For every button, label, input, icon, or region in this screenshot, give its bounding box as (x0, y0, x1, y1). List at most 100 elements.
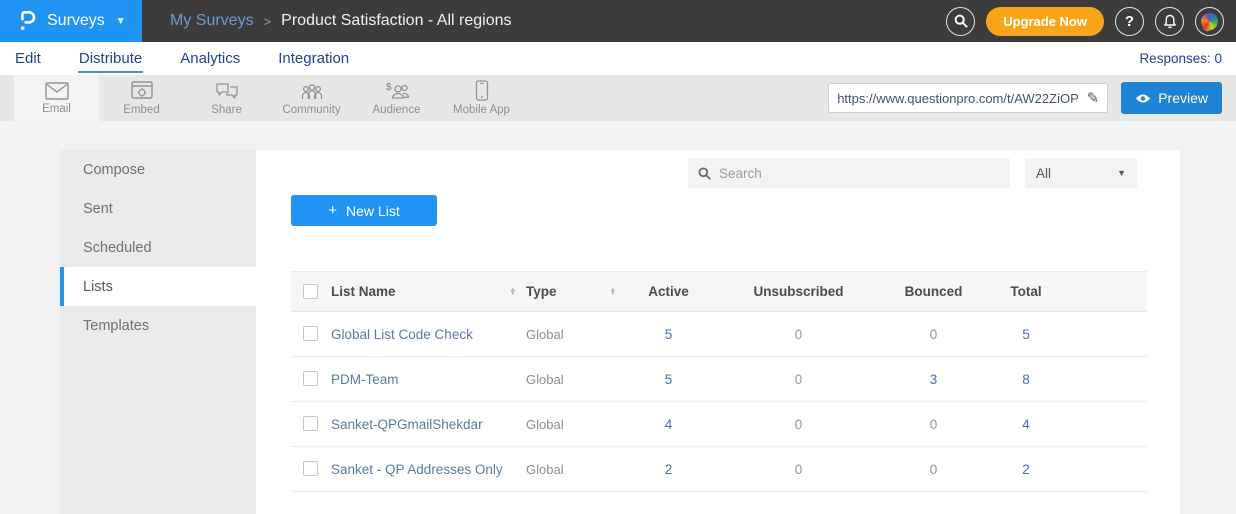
breadcrumb-separator: > (264, 14, 272, 29)
total-count[interactable]: 5 (981, 312, 1071, 357)
distribute-toolbar: Email Embed Share Community $ Audience M… (0, 75, 1236, 121)
svg-text:$: $ (386, 82, 392, 93)
row-checkbox[interactable] (303, 371, 318, 386)
list-type: Global (526, 357, 626, 402)
row-checkbox[interactable] (303, 461, 318, 476)
table-row: Global List Code Check Global 5 0 0 5 (291, 312, 1147, 357)
channel-audience-label: Audience (373, 104, 421, 116)
total-count[interactable]: 8 (981, 357, 1071, 402)
app-root: Surveys ▼ My Surveys > Product Satisfact… (0, 0, 1236, 514)
channel-embed[interactable]: Embed (99, 75, 184, 121)
search-icon (698, 167, 711, 180)
plus-icon: + (328, 202, 337, 219)
chevron-down-icon: ▼ (1117, 168, 1126, 178)
embed-icon (131, 81, 153, 101)
help-button[interactable]: ? (1115, 7, 1144, 36)
new-list-button[interactable]: + New List (291, 195, 437, 226)
tab-analytics[interactable]: Analytics (179, 44, 241, 73)
tab-integration[interactable]: Integration (277, 44, 350, 73)
active-count[interactable]: 4 (626, 402, 711, 447)
table-row: PDM-Team Global 5 0 3 8 (291, 357, 1147, 402)
unsubscribed-count[interactable]: 0 (711, 357, 886, 402)
select-all-checkbox[interactable] (303, 284, 318, 299)
breadcrumb: My Surveys > Product Satisfaction - All … (170, 12, 512, 30)
breadcrumb-my-surveys[interactable]: My Surveys (170, 12, 254, 30)
column-header-total: Total (981, 272, 1071, 312)
sidebar-item-scheduled[interactable]: Scheduled (60, 228, 256, 267)
survey-url-input[interactable] (837, 91, 1086, 106)
list-search-box (688, 158, 1010, 188)
question-mark-icon: ? (1125, 13, 1134, 30)
sidebar-item-templates[interactable]: Templates (60, 306, 256, 345)
list-name-link[interactable]: PDM-Team (331, 357, 526, 402)
mobile-app-icon (475, 80, 489, 101)
responses-count[interactable]: Responses: 0 (1139, 51, 1222, 66)
chevron-down-icon: ▼ (116, 16, 126, 27)
questionpro-logo-icon (16, 8, 38, 34)
active-count[interactable]: 5 (626, 357, 711, 402)
bounced-count[interactable]: 0 (886, 447, 981, 492)
list-name-link[interactable]: Sanket - QP Addresses Only (331, 447, 526, 492)
total-count[interactable]: 2 (981, 447, 1071, 492)
column-header-list-name[interactable]: List Name (331, 284, 396, 299)
channel-audience[interactable]: $ Audience (354, 75, 439, 121)
column-header-unsubscribed: Unsubscribed (711, 272, 886, 312)
row-checkbox[interactable] (303, 326, 318, 341)
channel-mobile-app[interactable]: Mobile App (439, 75, 524, 121)
bounced-count[interactable]: 0 (886, 402, 981, 447)
unsubscribed-count[interactable]: 0 (711, 402, 886, 447)
audience-icon: $ (384, 81, 410, 101)
list-filter-value: All (1036, 166, 1051, 181)
community-icon (300, 81, 324, 101)
sidebar-item-sent-label: Sent (83, 201, 113, 217)
share-icon (215, 81, 239, 101)
list-name-link[interactable]: Global List Code Check (331, 312, 526, 357)
row-checkbox[interactable] (303, 416, 318, 431)
column-header-type[interactable]: Type (526, 284, 557, 299)
sidebar-item-compose-label: Compose (83, 162, 145, 178)
sidebar-item-scheduled-label: Scheduled (83, 240, 152, 256)
sort-icon[interactable]: ▲▼ (510, 288, 516, 296)
sidebar-item-compose[interactable]: Compose (60, 150, 256, 189)
edit-url-pencil-icon[interactable]: ✎ (1087, 89, 1100, 107)
channel-share[interactable]: Share (184, 75, 269, 121)
channel-email[interactable]: Email (14, 75, 99, 121)
bounced-count[interactable]: 0 (886, 312, 981, 357)
notifications-button[interactable] (1155, 7, 1184, 36)
channel-email-label: Email (42, 103, 71, 115)
sidebar-item-lists[interactable]: Lists (60, 267, 256, 306)
lists-table: List Name ▲▼ Type ▲▼ Active Unsubscribed… (291, 271, 1147, 492)
upgrade-now-button[interactable]: Upgrade Now (986, 7, 1104, 36)
list-type: Global (526, 447, 626, 492)
surveys-menu-label: Surveys (47, 12, 105, 30)
column-header-active: Active (626, 272, 711, 312)
list-name-link[interactable]: Sanket-QPGmailShekdar (331, 402, 526, 447)
list-search-input[interactable] (719, 166, 1000, 181)
account-avatar[interactable] (1195, 7, 1224, 36)
toolbar-right: ✎ Preview (828, 75, 1236, 121)
channel-community[interactable]: Community (269, 75, 354, 121)
preview-button-label: Preview (1158, 90, 1208, 106)
list-type: Global (526, 402, 626, 447)
list-filter-dropdown[interactable]: All ▼ (1025, 158, 1137, 188)
bounced-count[interactable]: 3 (886, 357, 981, 402)
surveys-menu[interactable]: Surveys ▼ (0, 0, 142, 42)
active-count[interactable]: 5 (626, 312, 711, 357)
sort-icon[interactable]: ▲▼ (610, 288, 616, 296)
avatar-logo-icon (1199, 10, 1221, 32)
tab-edit[interactable]: Edit (14, 44, 42, 73)
unsubscribed-count[interactable]: 0 (711, 312, 886, 357)
channel-share-label: Share (211, 104, 242, 116)
email-sidebar: Compose Sent Scheduled Lists Templates (60, 150, 256, 514)
preview-button[interactable]: Preview (1121, 82, 1222, 114)
active-count[interactable]: 2 (626, 447, 711, 492)
sidebar-item-sent[interactable]: Sent (60, 189, 256, 228)
channel-embed-label: Embed (123, 104, 159, 116)
tab-distribute[interactable]: Distribute (78, 44, 143, 73)
search-button[interactable] (946, 7, 975, 36)
total-count[interactable]: 4 (981, 402, 1071, 447)
top-header: Surveys ▼ My Surveys > Product Satisfact… (0, 0, 1236, 42)
list-type: Global (526, 312, 626, 357)
sidebar-item-templates-label: Templates (83, 318, 149, 334)
unsubscribed-count[interactable]: 0 (711, 447, 886, 492)
